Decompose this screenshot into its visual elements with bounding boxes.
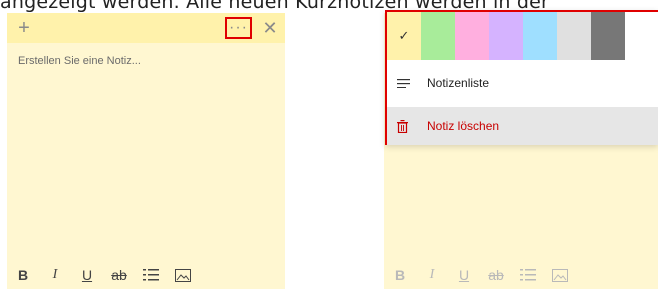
insert-image-button[interactable] xyxy=(544,261,576,289)
checkmark-icon: ✓ xyxy=(398,28,410,43)
color-swatch[interactable]: ✓ xyxy=(387,12,421,60)
note-titlebar: + ··· ✕ xyxy=(7,13,285,43)
hamburger-icon xyxy=(397,78,427,88)
list-icon xyxy=(143,269,159,281)
color-swatch[interactable] xyxy=(455,12,489,60)
color-swatch[interactable] xyxy=(557,12,591,60)
bold-button[interactable]: B xyxy=(7,261,39,289)
trash-icon xyxy=(397,119,427,133)
bullet-list-button[interactable] xyxy=(135,261,167,289)
underline-button[interactable]: U xyxy=(71,261,103,289)
image-icon xyxy=(175,268,191,282)
color-swatch[interactable] xyxy=(591,12,625,60)
note-placeholder[interactable]: Erstellen Sie eine Notiz... xyxy=(18,55,141,67)
close-icon: ✕ xyxy=(262,17,278,38)
plus-icon: + xyxy=(18,16,30,39)
strikethrough-button[interactable]: ab xyxy=(103,261,135,289)
image-icon xyxy=(552,268,568,282)
bold-button[interactable]: B xyxy=(384,261,416,289)
color-swatches: ✓ xyxy=(387,12,658,60)
note-options-menu: ✓ Notizenliste Notiz löschen xyxy=(385,10,658,145)
italic-button[interactable]: I xyxy=(416,261,448,289)
italic-button[interactable]: I xyxy=(39,261,71,289)
menu-button[interactable]: ··· xyxy=(225,17,252,39)
menu-item-notes-list[interactable]: Notizenliste xyxy=(387,64,658,102)
ellipsis-icon: ··· xyxy=(229,19,248,36)
list-icon xyxy=(520,269,536,281)
menu-item-label: Notizenliste xyxy=(427,76,490,90)
format-toolbar: B I U ab xyxy=(7,261,285,289)
add-note-button[interactable]: + xyxy=(9,13,39,43)
close-note-button[interactable]: ✕ xyxy=(255,13,285,43)
strikethrough-button[interactable]: ab xyxy=(480,261,512,289)
color-swatch[interactable] xyxy=(421,12,455,60)
menu-item-label: Notiz löschen xyxy=(427,119,500,133)
color-swatch[interactable] xyxy=(489,12,523,60)
sticky-note[interactable]: + ··· ✕ Erstellen Sie eine Notiz... B I … xyxy=(7,13,285,289)
bullet-list-button[interactable] xyxy=(512,261,544,289)
underline-button[interactable]: U xyxy=(448,261,480,289)
format-toolbar: B I U ab xyxy=(384,261,658,289)
insert-image-button[interactable] xyxy=(167,261,199,289)
menu-item-delete-note[interactable]: Notiz löschen xyxy=(387,107,658,145)
color-swatch[interactable] xyxy=(523,12,557,60)
